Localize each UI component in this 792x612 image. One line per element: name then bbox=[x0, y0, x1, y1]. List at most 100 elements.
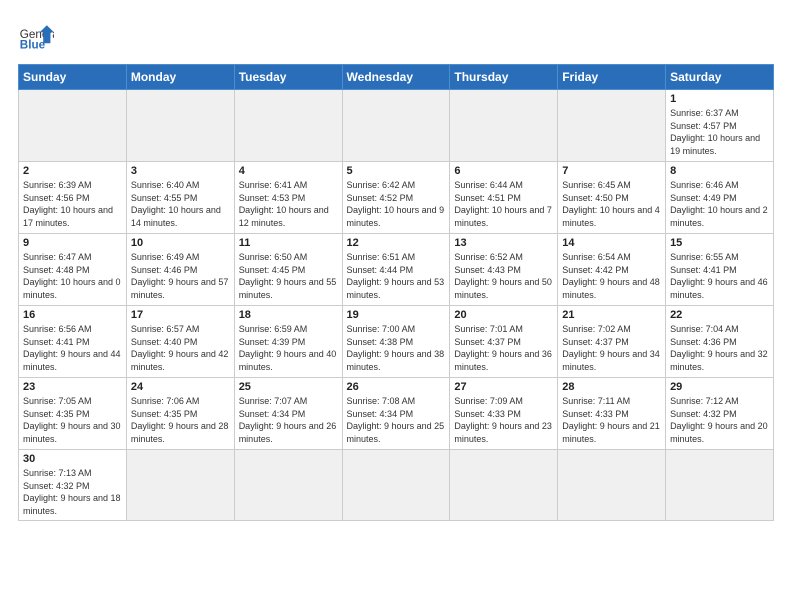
calendar-cell: 24 Sunrise: 7:06 AM Sunset: 4:35 PM Dayli… bbox=[126, 378, 234, 450]
calendar-cell: 20 Sunrise: 7:01 AM Sunset: 4:37 PM Dayli… bbox=[450, 306, 558, 378]
day-info: Sunrise: 7:02 AM Sunset: 4:37 PM Dayligh… bbox=[562, 323, 661, 373]
calendar-cell: 3 Sunrise: 6:40 AM Sunset: 4:55 PM Daylig… bbox=[126, 162, 234, 234]
logo: General Blue bbox=[18, 18, 54, 54]
calendar-cell: 17 Sunrise: 6:57 AM Sunset: 4:40 PM Dayli… bbox=[126, 306, 234, 378]
logo-icon: General Blue bbox=[18, 18, 54, 54]
weekday-header-friday: Friday bbox=[558, 65, 666, 90]
calendar-cell bbox=[558, 90, 666, 162]
calendar-cell: 23 Sunrise: 7:05 AM Sunset: 4:35 PM Dayli… bbox=[19, 378, 127, 450]
day-number: 26 bbox=[347, 381, 446, 393]
weekday-header-wednesday: Wednesday bbox=[342, 65, 450, 90]
day-number: 10 bbox=[131, 237, 230, 249]
calendar-cell bbox=[342, 450, 450, 521]
calendar-cell bbox=[234, 450, 342, 521]
day-number: 21 bbox=[562, 309, 661, 321]
calendar-cell: 21 Sunrise: 7:02 AM Sunset: 4:37 PM Dayli… bbox=[558, 306, 666, 378]
day-info: Sunrise: 7:08 AM Sunset: 4:34 PM Dayligh… bbox=[347, 395, 446, 445]
calendar-cell: 4 Sunrise: 6:41 AM Sunset: 4:53 PM Daylig… bbox=[234, 162, 342, 234]
day-info: Sunrise: 6:46 AM Sunset: 4:49 PM Dayligh… bbox=[670, 179, 769, 229]
day-info: Sunrise: 6:54 AM Sunset: 4:42 PM Dayligh… bbox=[562, 251, 661, 301]
calendar-cell bbox=[558, 450, 666, 521]
calendar-cell: 27Sunrise: 7:09 AM Sunset: 4:33 PM Dayli… bbox=[450, 378, 558, 450]
day-info: Sunrise: 6:49 AM Sunset: 4:46 PM Dayligh… bbox=[131, 251, 230, 301]
calendar-cell: 6 Sunrise: 6:44 AM Sunset: 4:51 PM Daylig… bbox=[450, 162, 558, 234]
svg-text:Blue: Blue bbox=[20, 39, 46, 52]
day-number: 25 bbox=[239, 381, 338, 393]
day-info: Sunrise: 6:57 AM Sunset: 4:40 PM Dayligh… bbox=[131, 323, 230, 373]
day-info: Sunrise: 6:45 AM Sunset: 4:50 PM Dayligh… bbox=[562, 179, 661, 229]
day-number: 3 bbox=[131, 165, 230, 177]
calendar-cell: 28 Sunrise: 7:11 AM Sunset: 4:33 PM Dayli… bbox=[558, 378, 666, 450]
week-row-2: 9Sunrise: 6:47 AM Sunset: 4:48 PM Daylig… bbox=[19, 234, 774, 306]
day-number: 28 bbox=[562, 381, 661, 393]
calendar-cell: 1 Sunrise: 6:37 AM Sunset: 4:57 PM Daylig… bbox=[666, 90, 774, 162]
day-number: 19 bbox=[347, 309, 446, 321]
day-number: 15 bbox=[670, 237, 769, 249]
calendar-cell: 10 Sunrise: 6:49 AM Sunset: 4:46 PM Dayli… bbox=[126, 234, 234, 306]
calendar-cell: 22 Sunrise: 7:04 AM Sunset: 4:36 PM Dayli… bbox=[666, 306, 774, 378]
calendar-cell: 2Sunrise: 6:39 AM Sunset: 4:56 PM Daylig… bbox=[19, 162, 127, 234]
day-info: Sunrise: 6:37 AM Sunset: 4:57 PM Dayligh… bbox=[670, 107, 769, 157]
day-info: Sunrise: 6:40 AM Sunset: 4:55 PM Dayligh… bbox=[131, 179, 230, 229]
weekday-header-sunday: Sunday bbox=[19, 65, 127, 90]
day-info: Sunrise: 7:01 AM Sunset: 4:37 PM Dayligh… bbox=[454, 323, 553, 373]
weekday-header-row: SundayMondayTuesdayWednesdayThursdayFrid… bbox=[19, 65, 774, 90]
day-number: 11 bbox=[239, 237, 338, 249]
calendar-cell: 12Sunrise: 6:51 AM Sunset: 4:44 PM Dayli… bbox=[342, 234, 450, 306]
day-number: 1 bbox=[670, 93, 769, 105]
calendar-cell: 9Sunrise: 6:47 AM Sunset: 4:48 PM Daylig… bbox=[19, 234, 127, 306]
day-info: Sunrise: 7:07 AM Sunset: 4:34 PM Dayligh… bbox=[239, 395, 338, 445]
day-info: Sunrise: 7:06 AM Sunset: 4:35 PM Dayligh… bbox=[131, 395, 230, 445]
day-number: 4 bbox=[239, 165, 338, 177]
weekday-header-saturday: Saturday bbox=[666, 65, 774, 90]
day-info: Sunrise: 6:42 AM Sunset: 4:52 PM Dayligh… bbox=[347, 179, 446, 229]
day-info: Sunrise: 6:44 AM Sunset: 4:51 PM Dayligh… bbox=[454, 179, 553, 229]
calendar-cell: 25 Sunrise: 7:07 AM Sunset: 4:34 PM Dayli… bbox=[234, 378, 342, 450]
day-number: 23 bbox=[23, 381, 122, 393]
weekday-header-tuesday: Tuesday bbox=[234, 65, 342, 90]
calendar-cell: 8 Sunrise: 6:46 AM Sunset: 4:49 PM Daylig… bbox=[666, 162, 774, 234]
day-info: Sunrise: 7:13 AM Sunset: 4:32 PM Dayligh… bbox=[23, 467, 122, 517]
day-info: Sunrise: 6:56 AM Sunset: 4:41 PM Dayligh… bbox=[23, 323, 122, 373]
calendar-cell bbox=[342, 90, 450, 162]
calendar-cell: 19 Sunrise: 7:00 AM Sunset: 4:38 PM Dayli… bbox=[342, 306, 450, 378]
calendar-cell: 13Sunrise: 6:52 AM Sunset: 4:43 PM Dayli… bbox=[450, 234, 558, 306]
day-info: Sunrise: 7:00 AM Sunset: 4:38 PM Dayligh… bbox=[347, 323, 446, 373]
day-number: 14 bbox=[562, 237, 661, 249]
calendar-cell: 14 Sunrise: 6:54 AM Sunset: 4:42 PM Dayli… bbox=[558, 234, 666, 306]
calendar-cell: 15Sunrise: 6:55 AM Sunset: 4:41 PM Dayli… bbox=[666, 234, 774, 306]
day-info: Sunrise: 6:41 AM Sunset: 4:53 PM Dayligh… bbox=[239, 179, 338, 229]
week-row-5: 30 Sunrise: 7:13 AM Sunset: 4:32 PM Dayli… bbox=[19, 450, 774, 521]
calendar-cell bbox=[450, 90, 558, 162]
day-info: Sunrise: 6:50 AM Sunset: 4:45 PM Dayligh… bbox=[239, 251, 338, 301]
day-number: 17 bbox=[131, 309, 230, 321]
day-number: 9 bbox=[23, 237, 122, 249]
weekday-header-monday: Monday bbox=[126, 65, 234, 90]
day-info: Sunrise: 6:59 AM Sunset: 4:39 PM Dayligh… bbox=[239, 323, 338, 373]
calendar-cell: 16 Sunrise: 6:56 AM Sunset: 4:41 PM Dayli… bbox=[19, 306, 127, 378]
day-number: 24 bbox=[131, 381, 230, 393]
calendar-cell: 5Sunrise: 6:42 AM Sunset: 4:52 PM Daylig… bbox=[342, 162, 450, 234]
day-info: Sunrise: 7:05 AM Sunset: 4:35 PM Dayligh… bbox=[23, 395, 122, 445]
calendar: SundayMondayTuesdayWednesdayThursdayFrid… bbox=[18, 64, 774, 521]
week-row-1: 2Sunrise: 6:39 AM Sunset: 4:56 PM Daylig… bbox=[19, 162, 774, 234]
day-info: Sunrise: 7:04 AM Sunset: 4:36 PM Dayligh… bbox=[670, 323, 769, 373]
day-info: Sunrise: 7:11 AM Sunset: 4:33 PM Dayligh… bbox=[562, 395, 661, 445]
day-number: 6 bbox=[454, 165, 553, 177]
day-number: 30 bbox=[23, 453, 122, 465]
calendar-cell bbox=[450, 450, 558, 521]
page: General Blue SundayMondayTuesdayWednesda… bbox=[0, 0, 792, 612]
day-info: Sunrise: 6:52 AM Sunset: 4:43 PM Dayligh… bbox=[454, 251, 553, 301]
weekday-header-thursday: Thursday bbox=[450, 65, 558, 90]
day-number: 22 bbox=[670, 309, 769, 321]
day-number: 27 bbox=[454, 381, 553, 393]
week-row-4: 23 Sunrise: 7:05 AM Sunset: 4:35 PM Dayli… bbox=[19, 378, 774, 450]
day-number: 2 bbox=[23, 165, 122, 177]
day-number: 16 bbox=[23, 309, 122, 321]
day-number: 8 bbox=[670, 165, 769, 177]
day-number: 7 bbox=[562, 165, 661, 177]
day-info: Sunrise: 7:12 AM Sunset: 4:32 PM Dayligh… bbox=[670, 395, 769, 445]
day-number: 20 bbox=[454, 309, 553, 321]
calendar-cell: 29Sunrise: 7:12 AM Sunset: 4:32 PM Dayli… bbox=[666, 378, 774, 450]
day-info: Sunrise: 6:51 AM Sunset: 4:44 PM Dayligh… bbox=[347, 251, 446, 301]
